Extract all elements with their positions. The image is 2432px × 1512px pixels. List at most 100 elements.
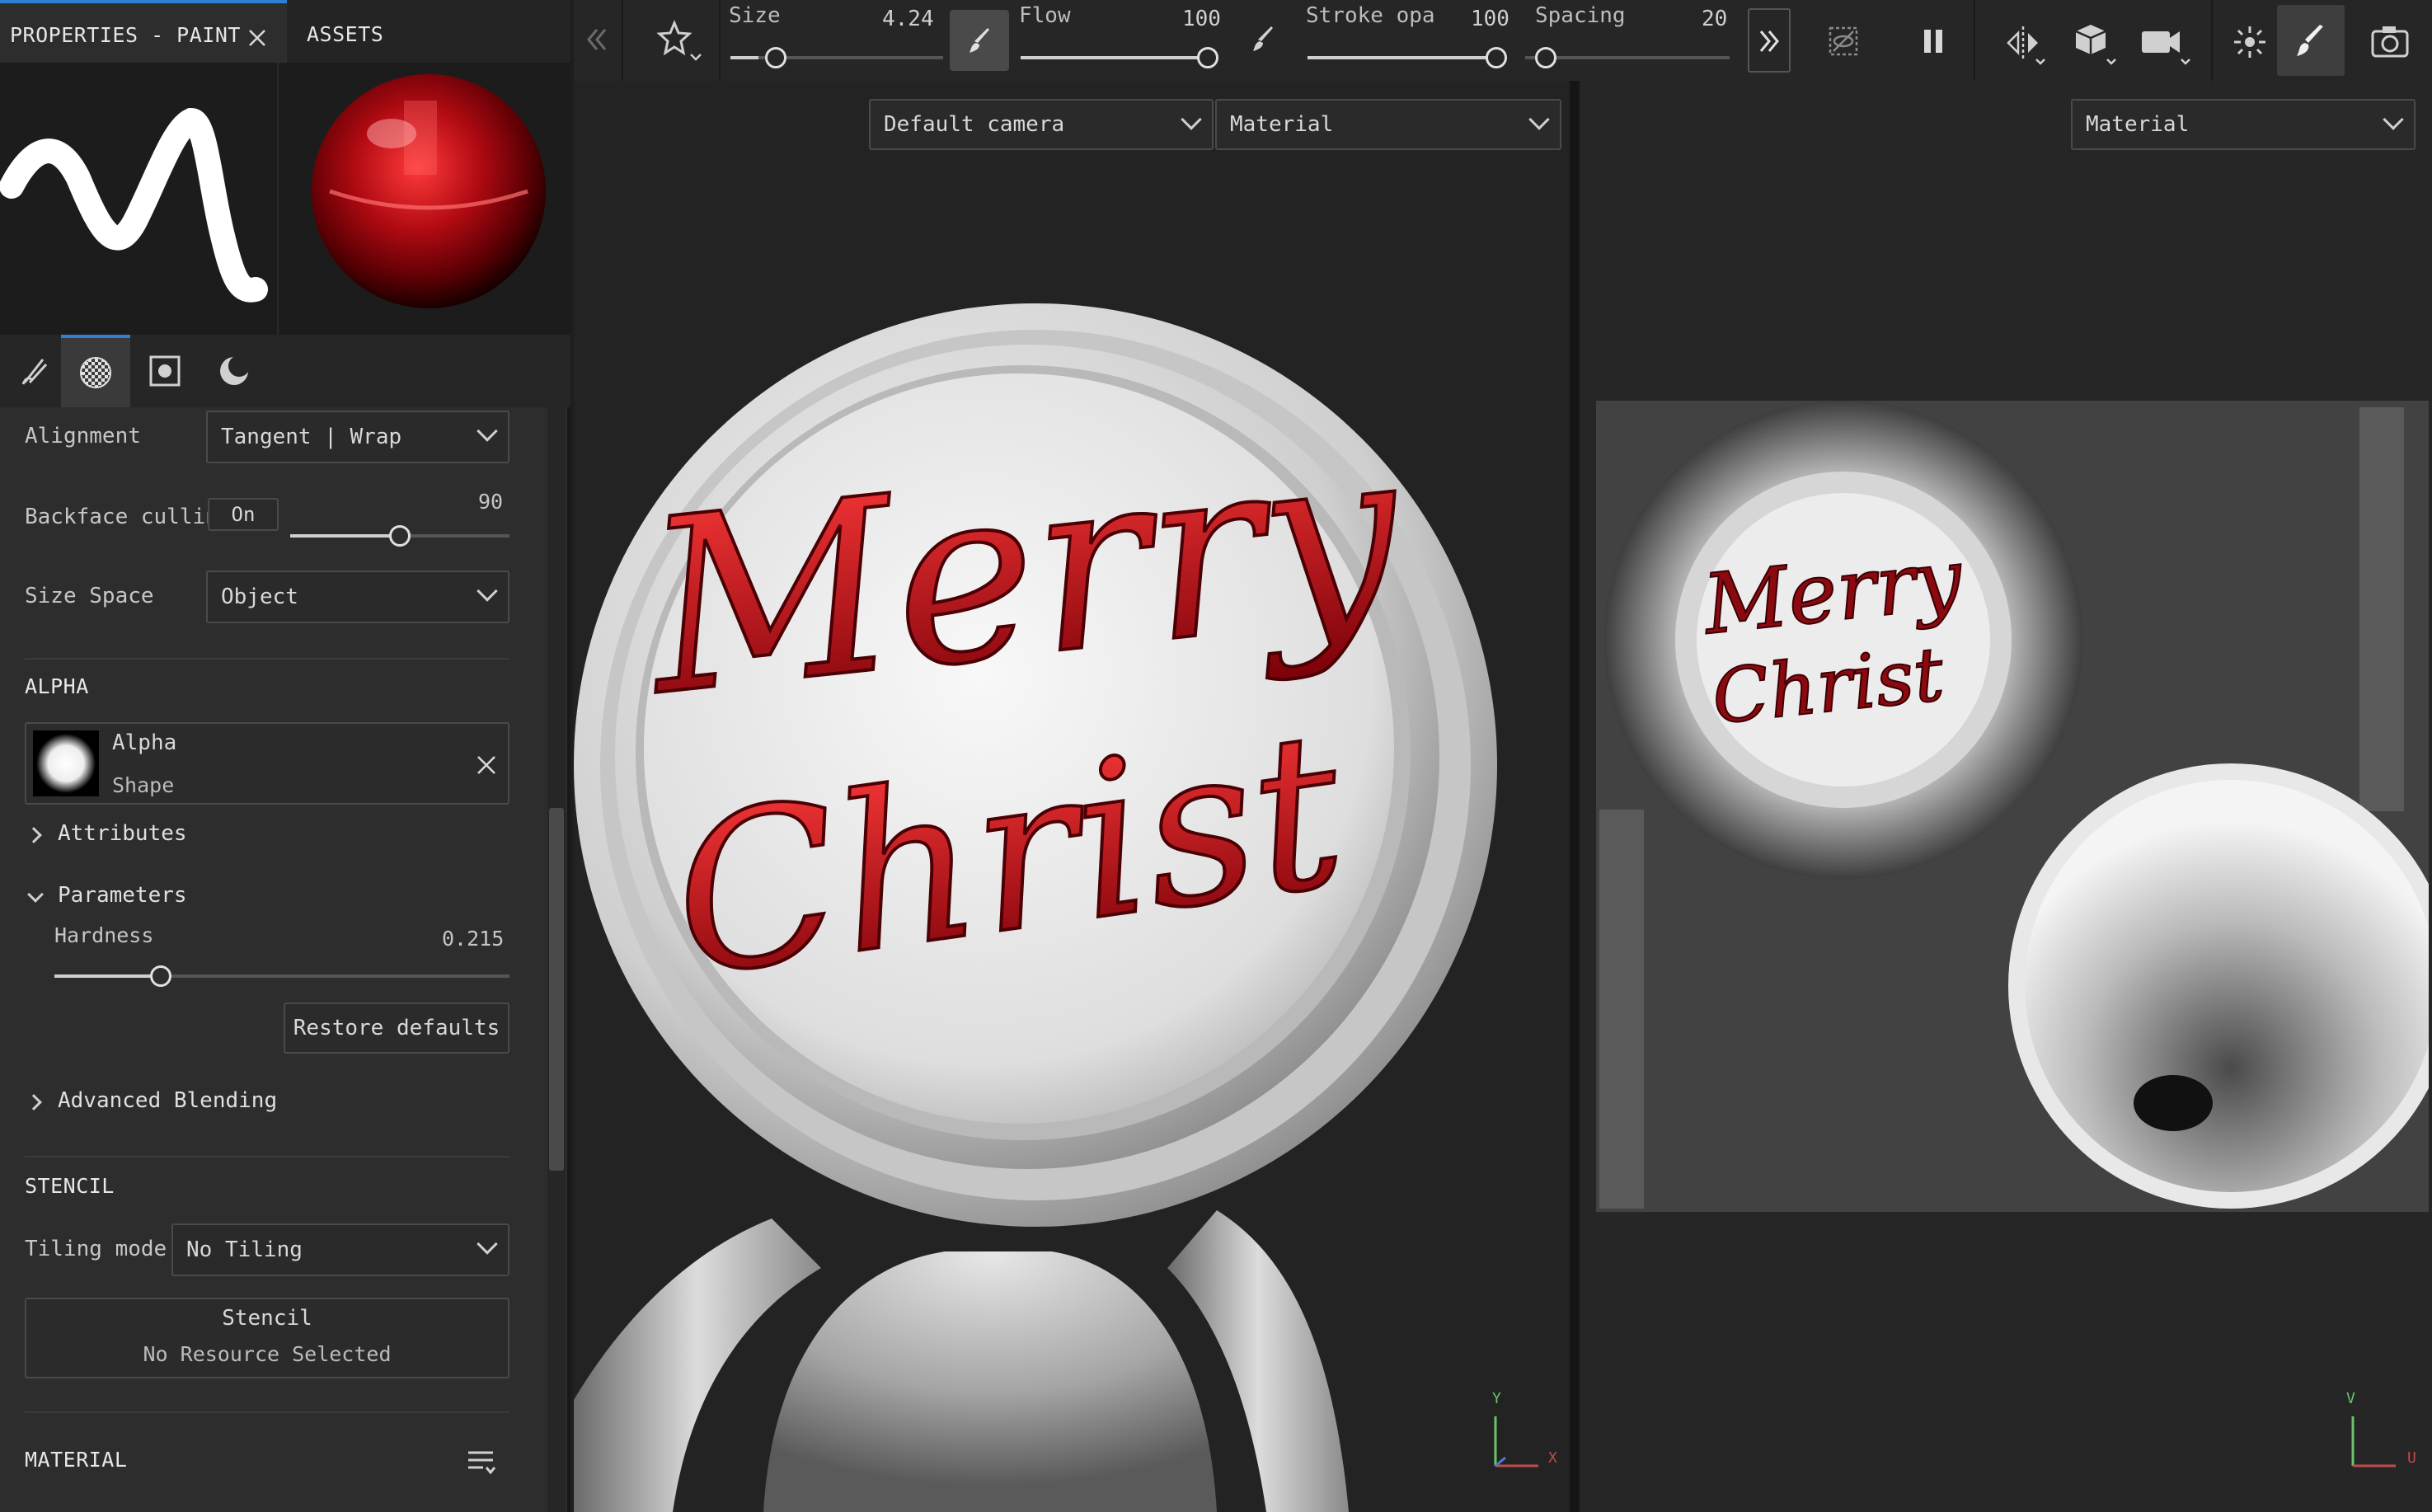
list-menu-icon[interactable] (467, 1448, 496, 1477)
toolbar-divider (1974, 0, 1975, 81)
advanced-blending-toggle[interactable]: Advanced Blending (58, 1088, 277, 1113)
axis-y-label: Y (1492, 1390, 1501, 1407)
alpha-resource-name: Alpha (112, 730, 177, 755)
close-icon[interactable] (247, 28, 267, 48)
collapse-left-icon[interactable] (584, 26, 610, 53)
tab-material[interactable] (200, 335, 269, 407)
properties-panel: PROPERTIES - PAINT ASSETS Alignment Tang… (0, 0, 570, 1512)
tab-properties-paint[interactable]: PROPERTIES - PAINT (0, 0, 287, 63)
size-space-dropdown[interactable]: Object (206, 571, 509, 623)
chevron-down-icon (2383, 109, 2404, 130)
hardness-label: Hardness (54, 923, 154, 947)
alpha-section-title: ALPHA (25, 674, 89, 698)
pause-icon[interactable] (1921, 28, 1946, 54)
alpha-checker-icon (80, 357, 111, 388)
tiling-mode-dropdown[interactable]: No Tiling (171, 1223, 509, 1276)
symmetry-icon[interactable] (2005, 21, 2048, 68)
preview-divider (277, 63, 279, 335)
flow-brush-icon[interactable] (1250, 25, 1278, 53)
stencil-resource[interactable]: Stencil No Resource Selected (25, 1298, 509, 1378)
flow-value: 100 (1182, 7, 1221, 31)
cube-icon[interactable] (2073, 21, 2119, 68)
panel-scrollbar-thumb[interactable] (549, 808, 564, 1171)
stencil-resource-sub: No Resource Selected (143, 1342, 392, 1366)
backface-angle-knob[interactable] (389, 525, 411, 547)
viewport2d-mode-dropdown[interactable]: Material (2071, 99, 2416, 150)
chevron-right-icon[interactable] (26, 827, 42, 843)
model-3d-render: Merry Christ (574, 303, 1497, 1512)
toolbar-divider (622, 0, 623, 81)
alignment-value: Tangent | Wrap (221, 425, 402, 449)
attributes-toggle[interactable]: Attributes (58, 821, 187, 846)
alignment-dropdown[interactable]: Tangent | Wrap (206, 411, 509, 463)
tiling-mode-value: No Tiling (186, 1237, 303, 1262)
backface-angle-fill (290, 534, 401, 538)
viewport3d-mode-dropdown[interactable]: Material (1215, 99, 1561, 150)
toolbar-divider (2211, 0, 2213, 81)
camera-dropdown[interactable]: Default camera (869, 99, 1214, 150)
hide-icon[interactable] (1827, 25, 1860, 58)
alpha-resource[interactable]: Alpha Shape (25, 722, 509, 805)
hardness-knob[interactable] (150, 965, 171, 987)
separator (25, 1411, 509, 1413)
tab-assets[interactable]: ASSETS (289, 0, 396, 63)
backface-culling-label: Backface culling (25, 505, 232, 529)
size-fill (730, 56, 758, 59)
camera-value: Default camera (884, 112, 1065, 137)
brush-preview-area (0, 63, 570, 335)
viewport-splitter[interactable] (1570, 81, 1580, 1512)
viewport-3d[interactable]: Merry Christ Default camera Material Y X (574, 81, 1570, 1512)
chevron-down-icon[interactable] (27, 886, 44, 903)
size-track[interactable] (730, 56, 943, 59)
stencil-star-icon[interactable] (656, 20, 702, 64)
size-knob[interactable] (765, 47, 786, 68)
pressure-toggle[interactable] (950, 10, 1009, 71)
paint-tool-tabs (0, 335, 570, 407)
separator (25, 658, 509, 660)
backface-culling-toggle[interactable]: On (208, 498, 279, 531)
alpha-resource-sub: Shape (112, 773, 175, 797)
expand-toolbar-button[interactable] (1748, 8, 1791, 73)
size-label: Size (729, 3, 781, 28)
backface-angle-value: 90 (478, 490, 504, 514)
flow-knob[interactable] (1197, 47, 1218, 68)
chevron-down-icon (1528, 109, 1550, 130)
tab-label: ASSETS (307, 22, 384, 46)
paint-brush-icon (2297, 25, 2323, 56)
tab-brush[interactable] (0, 335, 69, 407)
stencil-section-title: STENCIL (25, 1174, 115, 1198)
stencil-square-icon (149, 355, 181, 387)
viewport-2d[interactable]: Material Merry Christ V U (1580, 81, 2432, 1512)
restore-defaults-button[interactable]: Restore defaults (284, 1003, 509, 1054)
viewport3d-mode-value: Material (1230, 112, 1334, 137)
tiling-mode-label: Tiling mode (25, 1237, 167, 1261)
tab-stencil[interactable] (130, 335, 200, 407)
axis-v-label: V (2346, 1390, 2355, 1407)
expand-right-icon (1759, 31, 1779, 52)
parameters-toggle[interactable]: Parameters (58, 883, 187, 908)
tab-label: PROPERTIES - PAINT (10, 23, 241, 47)
toolbar-divider (719, 0, 721, 81)
brush-toolbar: Size 4.24 Flow 100 Stroke opa 100 Spacin… (574, 0, 2432, 81)
screenshot-icon[interactable] (2371, 25, 2409, 58)
hardness-fill (54, 974, 152, 978)
spacing-label: Spacing (1535, 3, 1626, 28)
spacing-knob[interactable] (1535, 47, 1556, 68)
size-space-value: Object (221, 585, 298, 609)
uv-texture-render: Merry Christ (1596, 401, 2429, 1212)
panel-tab-bar: PROPERTIES - PAINT ASSETS (0, 0, 570, 63)
paint-tool-button[interactable] (2277, 5, 2345, 76)
stroke-opacity-fill (1308, 56, 1505, 59)
chevron-right-icon[interactable] (26, 1094, 42, 1111)
viewport2d-mode-value: Material (2086, 112, 2190, 137)
stroke-opacity-knob[interactable] (1486, 47, 1507, 68)
lighting-icon[interactable] (2232, 25, 2267, 59)
close-icon[interactable] (477, 755, 496, 775)
camera-icon[interactable] (2140, 25, 2191, 68)
brush-tool-icon (21, 359, 48, 385)
restore-defaults-label: Restore defaults (293, 1016, 500, 1040)
material-sphere-icon (220, 355, 250, 385)
hardness-value: 0.215 (442, 927, 505, 951)
tab-alpha[interactable] (61, 335, 130, 407)
material-sphere-preview (312, 74, 546, 308)
